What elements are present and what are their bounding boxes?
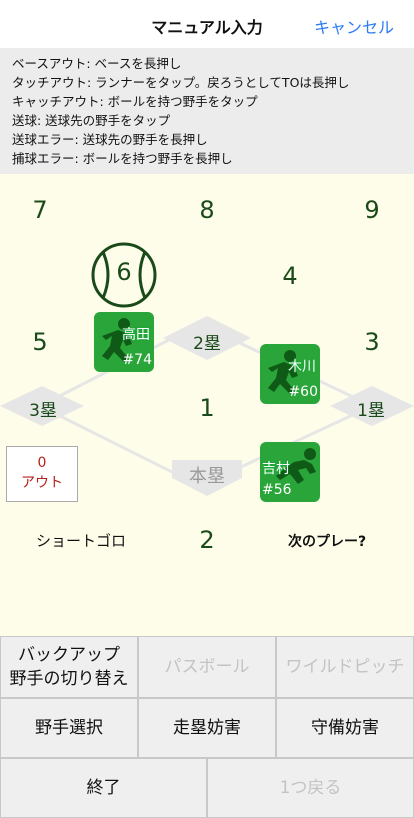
position-third-base[interactable]: 5 xyxy=(20,328,60,356)
outs-label: アウト xyxy=(21,475,63,491)
position-catcher[interactable]: 2 xyxy=(187,526,227,554)
runner-name: 高田 xyxy=(122,327,150,343)
cancel-button[interactable]: キャンセル xyxy=(314,14,394,38)
runner-card[interactable]: 木川 #60 xyxy=(260,344,320,404)
finish-button[interactable]: 終了 xyxy=(0,758,207,818)
position-first-base[interactable]: 3 xyxy=(352,328,392,356)
position-center-field[interactable]: 8 xyxy=(187,196,227,224)
help-line: ベースアウト: ベースを長押し xyxy=(12,56,182,71)
outs-count: 0 xyxy=(37,455,47,471)
passed-ball-button[interactable]: パスボール xyxy=(138,636,276,698)
help-line: 捕球エラー: ボールを持つ野手を長押し xyxy=(12,151,233,166)
runner-number: #74 xyxy=(122,352,152,368)
obstruction-defense-button[interactable]: 守備妨害 xyxy=(276,698,414,758)
first-base-label[interactable]: 1塁 xyxy=(344,396,398,421)
help-line: 送球エラー: 送球先の野手を長押し xyxy=(12,132,208,147)
runner-number: #56 xyxy=(262,482,292,498)
runner-number: #60 xyxy=(288,384,318,400)
baseball-field: 7 8 9 4 5 3 1 2 6 2塁 3塁 1塁 本塁 高田 #74 木川 … xyxy=(0,174,414,636)
wild-pitch-button[interactable]: ワイルドピッチ xyxy=(276,636,414,698)
fielder-select-button[interactable]: 野手選択 xyxy=(0,698,138,758)
obstruction-run-button[interactable]: 走塁妨害 xyxy=(138,698,276,758)
runner-name: 吉村 xyxy=(262,461,290,477)
help-panel: ベースアウト: ベースを長押し タッチアウト: ランナーをタップ。戻ろうとしてT… xyxy=(0,48,414,174)
ball-holder-shortstop[interactable]: 6 xyxy=(91,242,157,308)
action-buttons: バックアップ 野手の切り替え パスボール ワイルドピッチ 野手選択 走塁妨害 守… xyxy=(0,636,414,818)
second-base-label[interactable]: 2塁 xyxy=(180,329,234,354)
backup-switch-button[interactable]: バックアップ 野手の切り替え xyxy=(0,636,138,698)
help-line: タッチアウト: ランナーをタップ。戻ろうとしてTOは長押し xyxy=(12,75,350,90)
runner-card[interactable]: 高田 #74 xyxy=(94,312,154,372)
play-description: ショートゴロ xyxy=(36,532,127,550)
third-base-label[interactable]: 3塁 xyxy=(16,396,70,421)
help-line: 送球: 送球先の野手をタップ xyxy=(12,113,171,128)
undo-button[interactable]: 1つ戻る xyxy=(207,758,414,818)
nav-bar: マニュアル入力 キャンセル xyxy=(0,0,414,48)
position-right-field[interactable]: 9 xyxy=(352,196,392,224)
position-left-field[interactable]: 7 xyxy=(20,196,60,224)
position-shortstop: 6 xyxy=(116,258,132,286)
next-play-prompt: 次のプレー? xyxy=(288,534,367,550)
runner-card[interactable]: 吉村 #56 xyxy=(260,442,320,502)
position-pitcher[interactable]: 1 xyxy=(187,394,227,422)
home-plate-label[interactable]: 本塁 xyxy=(180,462,234,488)
runner-name: 木川 xyxy=(288,359,316,375)
position-second-base[interactable]: 4 xyxy=(270,262,310,290)
help-line: キャッチアウト: ボールを持つ野手をタップ xyxy=(12,94,258,109)
outs-counter: 0 アウト xyxy=(6,446,78,502)
